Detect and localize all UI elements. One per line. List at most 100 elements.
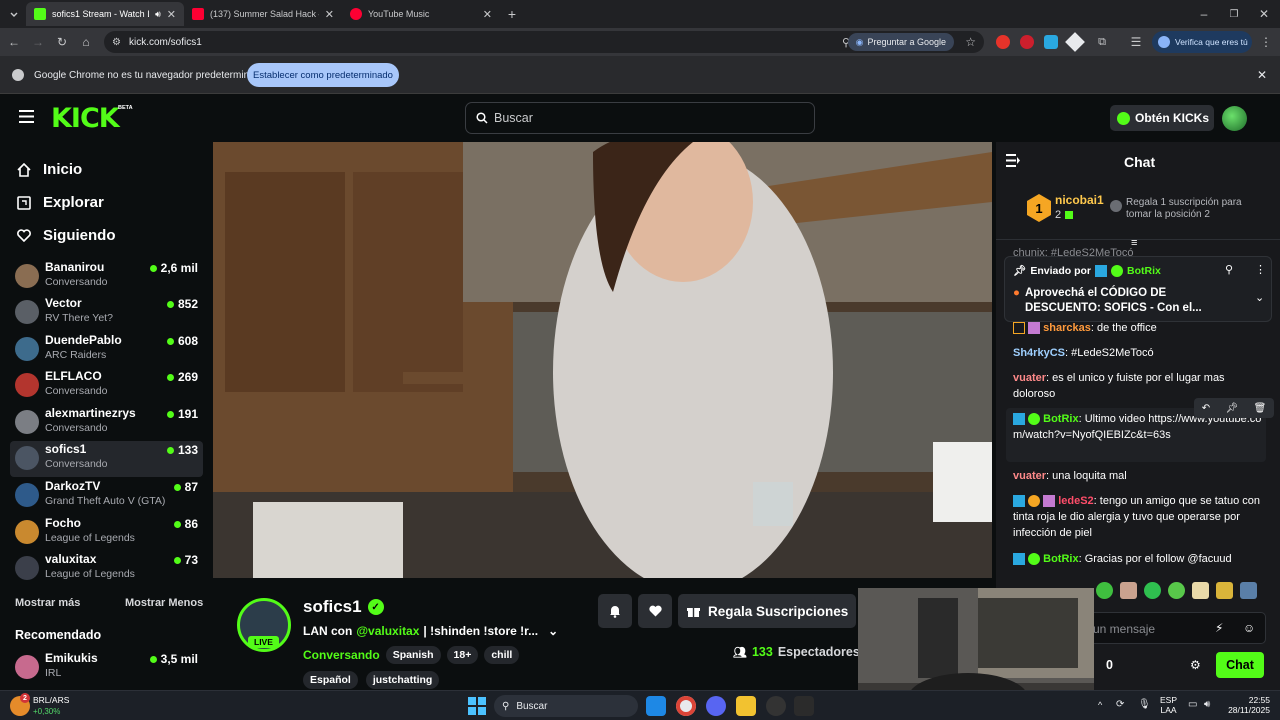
taskbar-search[interactable]: ⚲ Buscar xyxy=(494,695,638,717)
tab-summer-salad[interactable]: (137) Summer Salad Hack – Ho ✕ xyxy=(184,2,342,26)
chat-username[interactable]: sharckas xyxy=(1043,322,1091,334)
app-icon[interactable] xyxy=(794,696,814,716)
close-tab-icon[interactable]: ✕ xyxy=(325,8,334,21)
channel-name[interactable]: sofics1 xyxy=(303,597,362,617)
site-info-icon[interactable]: ⚙ xyxy=(112,37,121,48)
chat-username[interactable]: BotRix xyxy=(1043,413,1078,425)
channel-item-selected[interactable]: sofics1 Conversando 133 xyxy=(10,441,203,477)
kick-logo[interactable]: KICK xyxy=(51,103,120,134)
obs-app-icon[interactable] xyxy=(766,696,786,716)
video-player[interactable] xyxy=(213,142,992,578)
pinned-user[interactable]: BotRix xyxy=(1127,265,1161,277)
file-explorer-icon[interactable] xyxy=(736,696,756,716)
emote-icon[interactable] xyxy=(1168,582,1185,599)
close-window-icon[interactable]: ✕ xyxy=(1254,4,1274,24)
channel-item[interactable]: valuxitax League of Legends 73 xyxy=(10,551,203,587)
follow-button[interactable] xyxy=(638,594,672,628)
minimize-icon[interactable]: – xyxy=(1194,4,1214,24)
kick-search-input[interactable]: Buscar xyxy=(465,102,815,134)
emote-icon[interactable] xyxy=(1120,582,1137,599)
close-infobar-icon[interactable]: ✕ xyxy=(1252,65,1272,85)
emote-icon[interactable] xyxy=(1096,582,1113,599)
forward-icon[interactable]: → xyxy=(28,32,48,52)
chrome-app-icon[interactable] xyxy=(676,696,696,716)
tab-groups-icon[interactable]: ☰ xyxy=(1126,32,1146,52)
chat-username[interactable]: Sh4rkyCS xyxy=(1013,347,1065,359)
chat-username[interactable]: BotRix xyxy=(1043,553,1078,565)
extension-2-icon[interactable] xyxy=(1020,35,1034,49)
send-chat-button[interactable]: Chat xyxy=(1216,652,1264,678)
user-avatar[interactable] xyxy=(1222,106,1247,131)
expand-pinned-icon[interactable]: ⌄ xyxy=(1255,291,1264,304)
new-tab-icon[interactable]: + xyxy=(502,4,522,24)
chat-settings-icon[interactable]: ⚙ xyxy=(1190,658,1201,672)
emoji-icon[interactable]: ☺ xyxy=(1243,621,1255,635)
chat-username[interactable]: vuater xyxy=(1013,372,1046,384)
pin-icon[interactable]: 📌︎ xyxy=(1225,403,1238,414)
chrome-menu-icon[interactable]: ⋮ xyxy=(1256,32,1276,52)
notification-bell-button[interactable] xyxy=(598,594,632,628)
home-icon[interactable]: ⌂ xyxy=(76,32,96,52)
emote-icon[interactable] xyxy=(1192,582,1209,599)
restore-icon[interactable]: ❐ xyxy=(1224,4,1244,24)
address-bar[interactable]: ⚙ kick.com/sofics1 ⚲ ◉ Preguntar a Googl… xyxy=(104,31,984,53)
channel-item[interactable]: Focho League of Legends 86 xyxy=(10,515,203,551)
tag-pill[interactable]: 18+ xyxy=(446,646,479,664)
nav-following[interactable]: Siguiendo xyxy=(17,219,116,252)
close-tab-icon[interactable]: ✕ xyxy=(483,8,492,21)
channel-item[interactable]: Vector RV There Yet? 852 xyxy=(10,295,203,331)
speaker-icon[interactable]: 🔊︎ xyxy=(155,9,161,20)
channel-item[interactable]: Bananirou Conversando 2,6 mil xyxy=(10,259,203,295)
tag-pill[interactable]: Spanish xyxy=(385,646,441,664)
chevron-down-icon[interactable]: ⌄ xyxy=(548,624,558,638)
back-icon[interactable]: ← xyxy=(4,32,24,52)
reload-icon[interactable]: ↻ xyxy=(52,32,72,52)
channel-item[interactable]: alexmartinezrys Conversando 191 xyxy=(10,405,203,441)
pinned-message[interactable]: 📌︎ Enviado por BotRix ⚲ ⋮ ● Aprovechá el… xyxy=(1004,256,1272,322)
stream-category[interactable]: Conversando xyxy=(303,648,380,662)
edge-app-icon[interactable] xyxy=(646,696,666,716)
set-default-button[interactable]: Establecer como predeterminado xyxy=(247,63,399,87)
extensions-icon[interactable]: ⧉ xyxy=(1092,32,1112,52)
nav-home[interactable]: Inicio xyxy=(17,153,82,186)
unpin-icon[interactable]: ⚲ xyxy=(1225,263,1233,276)
tray-sync-icon[interactable]: ⟳ xyxy=(1116,699,1124,710)
discord-app-icon[interactable] xyxy=(706,696,726,716)
channel-item[interactable]: DarkozTV Grand Theft Auto V (GTA) 87 xyxy=(10,478,203,514)
close-tab-icon[interactable]: ✕ xyxy=(167,8,176,21)
get-kicks-button[interactable]: Obtén KICKs xyxy=(1110,105,1214,131)
reply-icon[interactable]: ↶ xyxy=(1202,403,1210,414)
pinned-more-icon[interactable]: ⋮ xyxy=(1255,263,1266,276)
channel-item[interactable]: ELFLACO Conversando 269 xyxy=(10,368,203,404)
network-icon[interactable]: ▭ xyxy=(1188,699,1197,710)
extension-1-icon[interactable] xyxy=(996,35,1010,49)
bot-command-icon[interactable]: ⚡︎ xyxy=(1215,621,1223,635)
emote-icon[interactable] xyxy=(1144,582,1161,599)
show-more-link[interactable]: Mostrar más xyxy=(15,597,80,609)
nav-explore[interactable]: Explorar xyxy=(17,186,104,219)
verify-chip[interactable]: Verifica que eres tú xyxy=(1152,31,1252,53)
tag-pill[interactable]: chill xyxy=(484,646,520,664)
bookmark-star-icon[interactable]: ☆ xyxy=(965,35,976,49)
leader-name[interactable]: nicobai1 xyxy=(1055,193,1104,207)
chat-username[interactable]: ledeS2 xyxy=(1058,495,1093,507)
gift-subs-button[interactable]: Regala Suscripciones xyxy=(678,594,856,628)
tag-pill[interactable]: Español xyxy=(303,671,358,689)
chat-username[interactable]: vuater xyxy=(1013,470,1046,482)
extension-3-icon[interactable] xyxy=(1044,35,1058,49)
show-less-link[interactable]: Mostrar Menos xyxy=(125,597,203,609)
language-indicator[interactable]: ESP LAA xyxy=(1160,695,1177,715)
collapse-chat-icon[interactable] xyxy=(1006,154,1021,167)
delete-icon[interactable]: 🗑︎ xyxy=(1254,403,1267,414)
volume-icon[interactable]: 🔊︎ xyxy=(1204,699,1210,710)
tab-youtube-music[interactable]: YouTube Music ✕ xyxy=(342,2,500,26)
clock[interactable]: 22:55 28/11/2025 xyxy=(1222,695,1270,715)
tab-search-icon[interactable] xyxy=(4,4,24,24)
hamburger-menu-icon[interactable] xyxy=(19,110,34,123)
tray-chevron-icon[interactable]: ^ xyxy=(1098,700,1102,710)
tab-sofics1[interactable]: sofics1 Stream - Watch Live 🔊︎ ✕ xyxy=(26,2,184,26)
recommended-channel-item[interactable]: Emikukis IRL 3,5 mil xyxy=(10,650,203,686)
tag-pill[interactable]: justchatting xyxy=(365,671,440,689)
emote-icon[interactable] xyxy=(1216,582,1233,599)
channel-item[interactable]: DuendePablo ARC Raiders 608 xyxy=(10,332,203,368)
